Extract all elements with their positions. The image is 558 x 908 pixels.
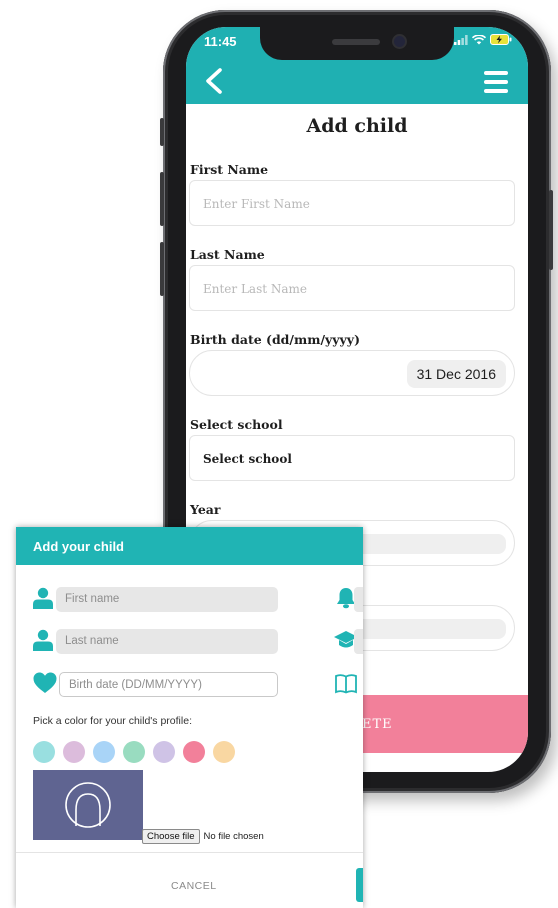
signal-icon — [454, 34, 468, 45]
birth-date-value[interactable]: 31 Dec 2016 — [406, 360, 506, 388]
back-button[interactable] — [200, 65, 228, 97]
file-upload: Choose file No file chosen — [142, 829, 264, 844]
class-value[interactable] — [346, 619, 506, 639]
first-name-label: First Name — [190, 162, 269, 177]
page-title: Add child — [306, 115, 408, 137]
avatar-placeholder-icon — [65, 782, 111, 828]
dialog-title: Add your child — [16, 527, 363, 565]
heart-icon — [33, 672, 57, 693]
birth-date-field[interactable]: 31 Dec 2016 — [189, 350, 515, 396]
menu-button[interactable] — [484, 71, 508, 93]
person-icon — [33, 587, 53, 609]
phone-notch — [260, 27, 454, 60]
phone-power-button — [549, 190, 553, 270]
school-select[interactable]: Select school — [189, 435, 515, 481]
save-button[interactable] — [356, 868, 363, 902]
dialog-last-name-input[interactable]: Last name — [56, 629, 278, 654]
choose-file-button[interactable]: Choose file — [142, 829, 200, 844]
color-swatch-7[interactable] — [213, 741, 235, 763]
chevron-left-icon — [206, 68, 222, 94]
speaker-grille — [332, 39, 380, 45]
dialog-first-name-input[interactable]: First name — [56, 587, 278, 612]
color-swatch-5[interactable] — [153, 741, 175, 763]
dialog-divider — [16, 852, 363, 853]
add-child-dialog: Add your child First name Last name Birt… — [16, 527, 363, 908]
color-swatch-6[interactable] — [183, 741, 205, 763]
status-time: 11:45 — [204, 34, 237, 49]
phone-volume-down — [160, 242, 164, 296]
dialog-right-field[interactable] — [354, 587, 363, 612]
battery-charging-icon — [490, 34, 512, 45]
file-status: No file chosen — [203, 831, 264, 842]
wifi-icon — [472, 34, 486, 44]
last-name-label: Last Name — [190, 247, 265, 262]
phone-volume-up — [160, 172, 164, 226]
phone-silent-switch — [160, 118, 164, 146]
hamburger-icon — [484, 71, 508, 93]
color-swatch-4[interactable] — [123, 741, 145, 763]
color-swatch-2[interactable] — [63, 741, 85, 763]
school-label: Select school — [190, 417, 283, 432]
year-value[interactable] — [346, 534, 506, 554]
dialog-right-field[interactable] — [354, 629, 363, 654]
front-camera — [394, 36, 405, 47]
person-icon — [33, 629, 53, 651]
color-swatch-1[interactable] — [33, 741, 55, 763]
color-prompt: Pick a color for your child's profile: — [33, 715, 192, 727]
book-icon — [335, 674, 357, 694]
avatar — [33, 770, 143, 840]
year-label: Year — [190, 502, 221, 517]
last-name-input[interactable]: Enter Last Name — [189, 265, 515, 311]
birth-date-label: Birth date (dd/mm/yyyy) — [190, 332, 360, 347]
color-swatch-3[interactable] — [93, 741, 115, 763]
color-swatches — [33, 741, 235, 763]
dialog-birth-date-input[interactable]: Birth date (DD/MM/YYYY) — [59, 672, 278, 697]
first-name-input[interactable]: Enter First Name — [189, 180, 515, 226]
cancel-button[interactable]: CANCEL — [171, 880, 217, 892]
status-icons — [454, 34, 512, 45]
